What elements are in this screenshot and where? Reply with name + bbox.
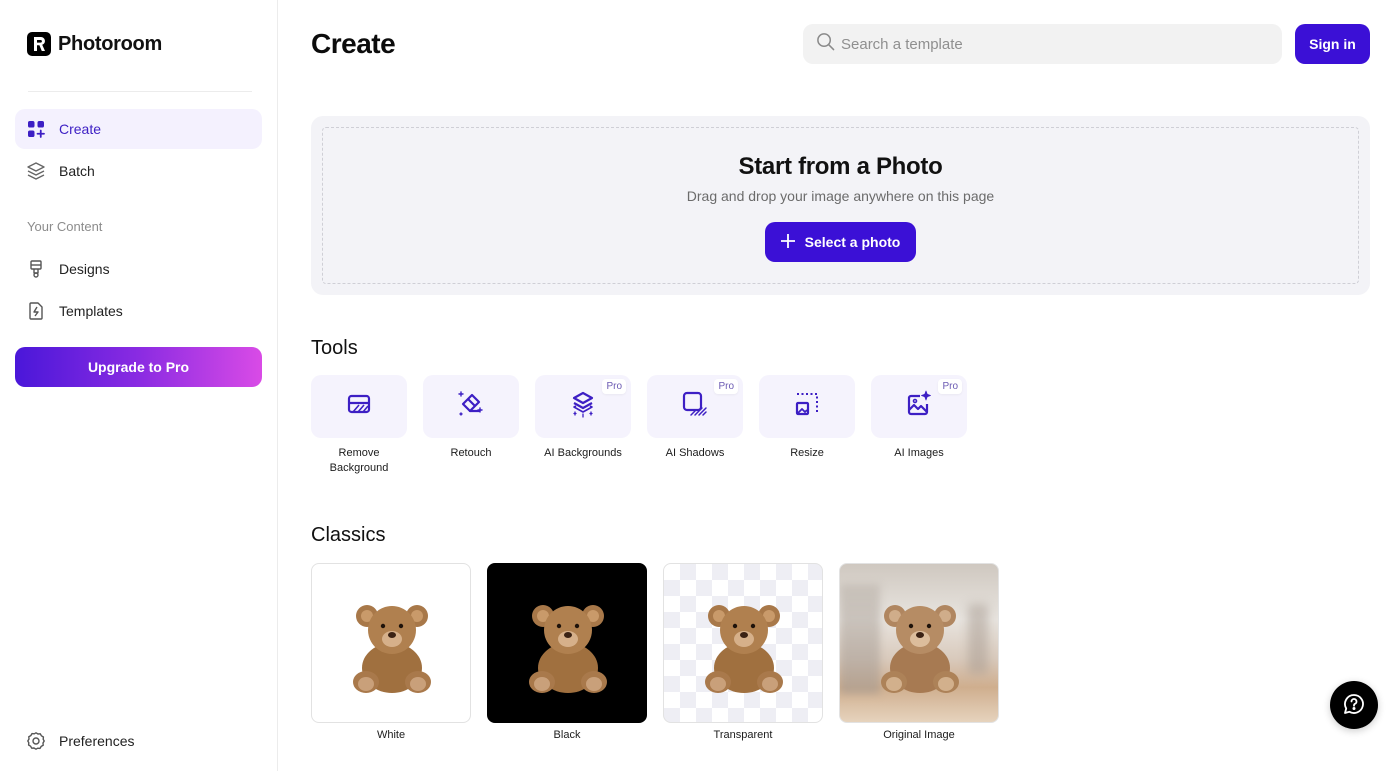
classic-label: White bbox=[376, 729, 406, 741]
resize-icon bbox=[794, 391, 820, 422]
classic-label: Original Image bbox=[883, 729, 955, 741]
classic-white[interactable]: White bbox=[311, 563, 471, 741]
gear-icon bbox=[26, 731, 46, 751]
photoroom-logo-icon bbox=[27, 32, 51, 56]
sidebar-item-label: Create bbox=[59, 121, 102, 137]
photo-dropzone[interactable]: Start from a Photo Drag and drop your im… bbox=[311, 116, 1370, 295]
classic-original-image[interactable]: Original Image bbox=[839, 563, 999, 741]
classic-transparent[interactable]: Transparent bbox=[663, 563, 823, 741]
teddy-bear-image bbox=[705, 605, 783, 693]
pro-badge: Pro bbox=[714, 379, 738, 394]
sidebar-item-preferences[interactable]: Preferences bbox=[15, 721, 262, 761]
classic-label: Transparent bbox=[713, 729, 773, 741]
sidebar-divider bbox=[28, 91, 252, 92]
sidebar: Photoroom Create Batch Your Content Desi… bbox=[0, 0, 278, 771]
ai-shadows-icon bbox=[681, 390, 709, 423]
search-bar[interactable] bbox=[803, 24, 1282, 64]
eraser-icon bbox=[456, 389, 486, 424]
tools-heading: Tools bbox=[311, 337, 358, 359]
tool-card bbox=[423, 375, 519, 438]
tool-card: Pro bbox=[871, 375, 967, 438]
logo-text: Photoroom bbox=[58, 32, 162, 55]
page-title: Create bbox=[311, 28, 396, 59]
tool-ai-backgrounds[interactable]: Pro AI Backgrounds bbox=[535, 375, 631, 476]
select-photo-label: Select a photo bbox=[804, 234, 901, 250]
classic-black[interactable]: Black bbox=[487, 563, 647, 741]
tool-label: Retouch bbox=[450, 447, 492, 459]
tool-label: Resize bbox=[790, 447, 824, 459]
tool-card: Pro bbox=[647, 375, 743, 438]
main-content: Create Sign in Start from a Photo Drag a… bbox=[279, 0, 1392, 771]
your-content-label: Your Content bbox=[27, 219, 103, 234]
classic-thumbnail bbox=[663, 563, 823, 723]
search-icon bbox=[816, 32, 835, 56]
app-root: Photoroom Create Batch Your Content Desi… bbox=[0, 0, 1392, 771]
sidebar-item-label: Batch bbox=[59, 163, 95, 179]
tool-label: AI Backgrounds bbox=[544, 447, 622, 459]
tool-retouch[interactable]: Retouch bbox=[423, 375, 519, 476]
classic-thumbnail bbox=[311, 563, 471, 723]
sidebar-item-designs[interactable]: Designs bbox=[15, 249, 262, 289]
help-chat-icon bbox=[1343, 693, 1365, 718]
sidebar-item-batch[interactable]: Batch bbox=[15, 151, 262, 191]
logo[interactable]: Photoroom bbox=[27, 32, 162, 56]
pro-badge: Pro bbox=[938, 379, 962, 394]
plus-icon bbox=[780, 233, 795, 251]
sidebar-item-label: Preferences bbox=[59, 733, 135, 749]
classic-thumbnail bbox=[487, 563, 647, 723]
grid-plus-icon bbox=[26, 119, 46, 139]
sidebar-item-templates[interactable]: Templates bbox=[15, 291, 262, 331]
dropzone-subtitle: Drag and drop your image anywhere on thi… bbox=[686, 188, 995, 204]
tool-resize[interactable]: Resize bbox=[759, 375, 855, 476]
tool-ai-shadows[interactable]: Pro AI Shadows bbox=[647, 375, 743, 476]
teddy-bear-image bbox=[881, 605, 959, 693]
tool-label: AI Shadows bbox=[665, 447, 725, 459]
pro-badge: Pro bbox=[602, 379, 626, 394]
tools-list: Remove Background Retouch Pro AI Backgro… bbox=[311, 375, 967, 476]
tool-remove-background[interactable]: Remove Background bbox=[311, 375, 407, 476]
sidebar-item-label: Templates bbox=[59, 303, 123, 319]
classic-label: Black bbox=[553, 729, 581, 741]
layers-icon bbox=[26, 161, 46, 181]
dropzone-title: Start from a Photo bbox=[738, 153, 943, 180]
classics-heading: Classics bbox=[311, 524, 386, 546]
upgrade-to-pro-button[interactable]: Upgrade to Pro bbox=[15, 347, 262, 387]
remove-background-icon bbox=[346, 391, 372, 422]
sign-in-button[interactable]: Sign in bbox=[1295, 24, 1370, 64]
dropzone-border: Start from a Photo Drag and drop your im… bbox=[322, 127, 1359, 284]
paintbrush-icon bbox=[26, 259, 46, 279]
teddy-bear-image bbox=[353, 605, 431, 693]
sidebar-item-label: Designs bbox=[59, 261, 110, 277]
tool-label: AI Images bbox=[894, 447, 944, 459]
tool-card bbox=[759, 375, 855, 438]
classic-thumbnail bbox=[839, 563, 999, 723]
select-photo-button[interactable]: Select a photo bbox=[765, 222, 916, 262]
tool-ai-images[interactable]: Pro AI Images bbox=[871, 375, 967, 476]
tool-card: Pro bbox=[535, 375, 631, 438]
help-chat-button[interactable] bbox=[1330, 681, 1378, 729]
search-input[interactable] bbox=[841, 35, 1261, 53]
tool-label: Remove Background bbox=[329, 447, 389, 474]
ai-images-icon bbox=[905, 390, 933, 423]
classics-list: White Black Transparent Original Image bbox=[311, 563, 999, 741]
teddy-bear-image bbox=[529, 605, 607, 693]
sidebar-item-create[interactable]: Create bbox=[15, 109, 262, 149]
file-bolt-icon bbox=[26, 301, 46, 321]
ai-backgrounds-icon bbox=[569, 390, 597, 423]
tool-card bbox=[311, 375, 407, 438]
